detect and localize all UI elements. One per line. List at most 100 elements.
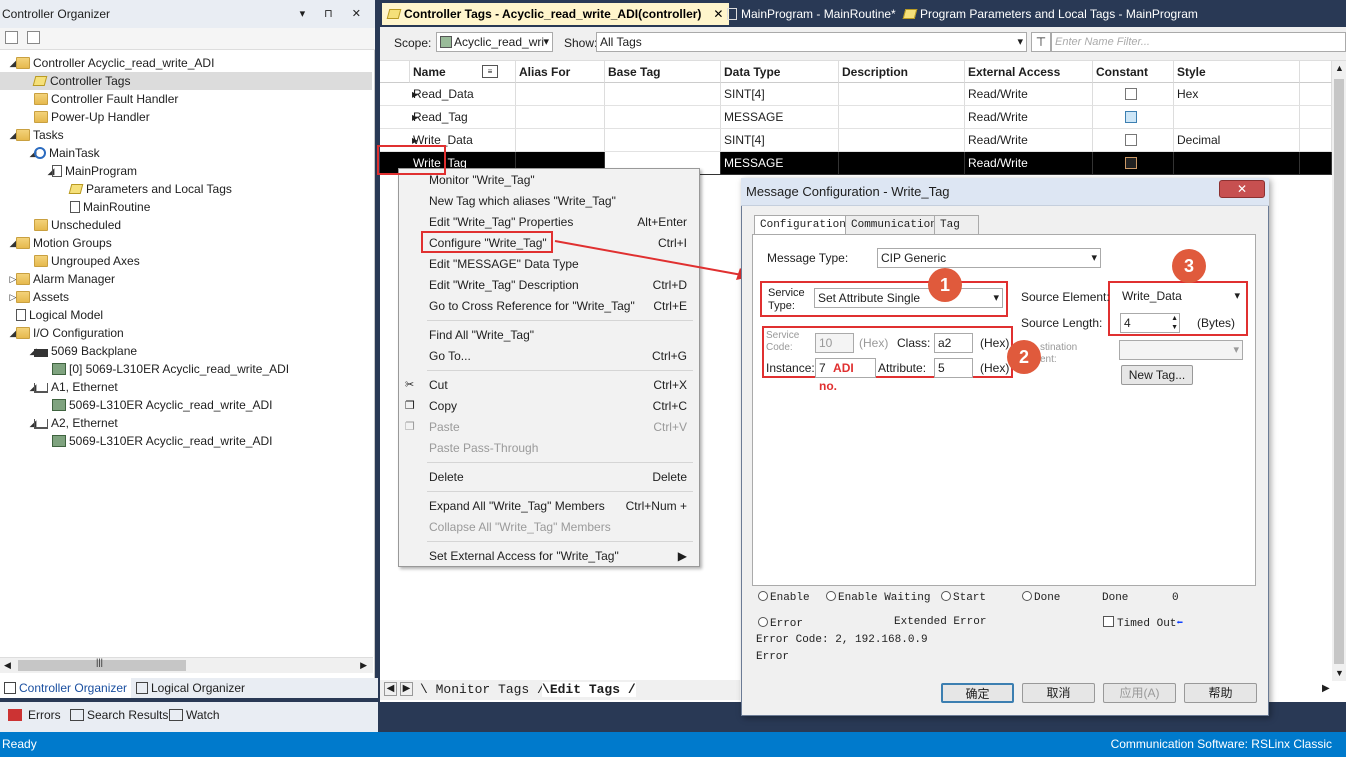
class-input[interactable]: a2	[934, 333, 973, 353]
tree-item[interactable]: ◢ A2, Ethernet	[0, 414, 372, 432]
constant-checkbox[interactable]	[1125, 157, 1137, 169]
table-cell[interactable]: Decimal	[1174, 129, 1300, 152]
table-cell[interactable]	[1300, 83, 1332, 106]
pane-controls[interactable]: ▾ ⊓ ✕	[300, 0, 369, 28]
column-header[interactable]: Name	[410, 61, 516, 83]
tree-item[interactable]: ▷ Assets	[0, 288, 372, 306]
filter-icon[interactable]: ⊤	[1031, 32, 1051, 52]
expand-all-icon[interactable]	[27, 31, 40, 44]
table-cell[interactable]	[605, 129, 721, 152]
collapse-all-icon[interactable]	[5, 31, 18, 44]
column-header[interactable]: Base Tag	[605, 61, 721, 83]
constant-checkbox[interactable]	[1125, 88, 1137, 100]
column-header[interactable]	[1300, 61, 1332, 83]
table-cell[interactable]	[1300, 129, 1332, 152]
errors-button[interactable]: Errors	[4, 705, 65, 725]
table-cell[interactable]	[516, 129, 605, 152]
column-header[interactable]: Style	[1174, 61, 1300, 83]
menu-item[interactable]: ❐ Copy Ctrl+C	[399, 396, 699, 417]
cancel-button[interactable]: 取消	[1022, 683, 1095, 703]
menu-item[interactable]: New Tag which aliases "Write_Tag"	[399, 191, 699, 212]
new-tag-button[interactable]: New Tag...	[1121, 365, 1193, 385]
menu-item[interactable]: Delete Delete	[399, 467, 699, 488]
tree-item[interactable]: ◢ Controller Acyclic_read_write_ADI	[0, 54, 372, 72]
table-cell[interactable]	[1093, 152, 1174, 175]
tree-item[interactable]: ◢ MainTask	[0, 144, 372, 162]
message-type-select[interactable]: CIP Generic	[877, 248, 1101, 268]
tree-item[interactable]: ◢ 5069 Backplane	[0, 342, 372, 360]
table-row[interactable]: ▸ Read_Data SINT[4] Read/Write Hex	[380, 83, 1332, 106]
tree-item[interactable]: 5069-L310ER Acyclic_read_write_ADI	[0, 432, 372, 450]
table-cell[interactable]	[1174, 106, 1300, 129]
menu-item[interactable]: Find All "Write_Tag"	[399, 325, 699, 346]
table-cell[interactable]	[605, 83, 721, 106]
table-cell[interactable]	[516, 83, 605, 106]
spinner-icon[interactable]: ▲ ▼	[1171, 314, 1178, 332]
tree-item[interactable]: ◢ Motion Groups	[0, 234, 372, 252]
tree-item[interactable]: Controller Fault Handler	[0, 90, 372, 108]
table-cell[interactable]: Read/Write	[965, 83, 1093, 106]
tab-controller-organizer[interactable]: Controller Organizer	[0, 678, 132, 698]
table-cell[interactable]: Read/Write	[965, 152, 1093, 175]
table-cell[interactable]	[1093, 129, 1174, 152]
menu-item[interactable]: Paste Pass-Through	[399, 438, 699, 459]
next-sheet-icon[interactable]: ▶	[400, 682, 413, 696]
sort-icon[interactable]: ≡	[482, 65, 498, 78]
tree-item[interactable]: ◢ Tasks	[0, 126, 372, 144]
tree-item[interactable]: MainRoutine	[0, 198, 372, 216]
constant-checkbox[interactable]	[1125, 134, 1137, 146]
table-cell[interactable]: SINT[4]	[721, 83, 839, 106]
tree-item[interactable]: Power-Up Handler	[0, 108, 372, 126]
service-type-select[interactable]: Set Attribute Single	[814, 288, 1003, 308]
timed-out-checkbox-icon[interactable]	[1103, 616, 1114, 627]
tab-tag[interactable]: Tag	[934, 215, 979, 235]
table-cell[interactable]: Read/Write	[965, 106, 1093, 129]
tree-item[interactable]: ◢ MainProgram	[0, 162, 372, 180]
table-cell[interactable]	[839, 83, 965, 106]
service-code-input[interactable]: 10	[815, 333, 854, 353]
tree-item[interactable]: Parameters and Local Tags	[0, 180, 372, 198]
table-cell[interactable]	[1093, 83, 1174, 106]
destination-select[interactable]	[1119, 340, 1243, 360]
tree-item[interactable]: Ungrouped Axes	[0, 252, 372, 270]
tree-item[interactable]: [0] 5069-L310ER Acyclic_read_write_ADI	[0, 360, 372, 378]
scrollbar-thumb[interactable]: |||	[18, 657, 186, 671]
table-cell[interactable]	[1174, 152, 1300, 175]
tab-communication[interactable]: Communication	[845, 215, 943, 235]
table-cell[interactable]: ▸	[380, 83, 418, 106]
show-select[interactable]: All Tags	[596, 32, 1027, 52]
column-header[interactable]: Data Type	[721, 61, 839, 83]
table-cell[interactable]: Hex	[1174, 83, 1300, 106]
menu-item[interactable]: Collapse All "Write_Tag" Members	[399, 517, 699, 538]
menu-item[interactable]: Go to Cross Reference for "Write_Tag" Ctr…	[399, 296, 699, 317]
table-cell[interactable]: ▸	[380, 106, 418, 129]
table-cell[interactable]: MESSAGE	[721, 106, 839, 129]
menu-item[interactable]: ❐ Paste Ctrl+V	[399, 417, 699, 438]
table-cell[interactable]	[839, 106, 965, 129]
tab-main-routine[interactable]: MainProgram - MainRoutine*	[721, 3, 902, 25]
menu-item[interactable]: Expand All "Write_Tag" Members Ctrl+Num +	[399, 496, 699, 517]
tree-item[interactable]: Unscheduled	[0, 216, 372, 234]
menu-item[interactable]: Set External Access for "Write_Tag" ▶	[399, 546, 699, 567]
scroll-right-icon[interactable]: ▶	[1322, 683, 1330, 694]
tab-logical-organizer[interactable]: Logical Organizer	[132, 678, 249, 698]
column-header[interactable]	[380, 61, 410, 83]
tab-configuration[interactable]: Configuration	[754, 215, 852, 236]
table-row[interactable]: ▸ Write_Data SINT[4] Read/Write Decimal	[380, 129, 1332, 152]
column-header[interactable]: Constant	[1093, 61, 1174, 83]
tree-item[interactable]: ◢ A1, Ethernet	[0, 378, 372, 396]
watch-button[interactable]: Watch	[165, 705, 224, 725]
table-cell[interactable]	[605, 106, 721, 129]
attribute-input[interactable]: 5	[934, 358, 973, 378]
table-cell[interactable]	[1300, 152, 1332, 175]
apply-button[interactable]: 应用(A)	[1103, 683, 1176, 703]
tree-item[interactable]: Controller Tags	[0, 72, 372, 90]
tree-item[interactable]: 5069-L310ER Acyclic_read_write_ADI	[0, 396, 372, 414]
table-cell[interactable]: MESSAGE	[721, 152, 839, 175]
tab-edit-tags[interactable]: \Edit Tags /	[542, 682, 636, 697]
tab-controller-tags[interactable]: Controller Tags - Acyclic_read_write_ADI…	[382, 3, 730, 25]
tab-monitor-tags[interactable]: \ Monitor Tags /	[420, 682, 545, 697]
table-cell[interactable]: Read/Write	[965, 129, 1093, 152]
source-length-input[interactable]: 4 ▲ ▼	[1120, 313, 1180, 333]
tab-program-parameters[interactable]: Program Parameters and Local Tags - Main…	[898, 3, 1204, 25]
